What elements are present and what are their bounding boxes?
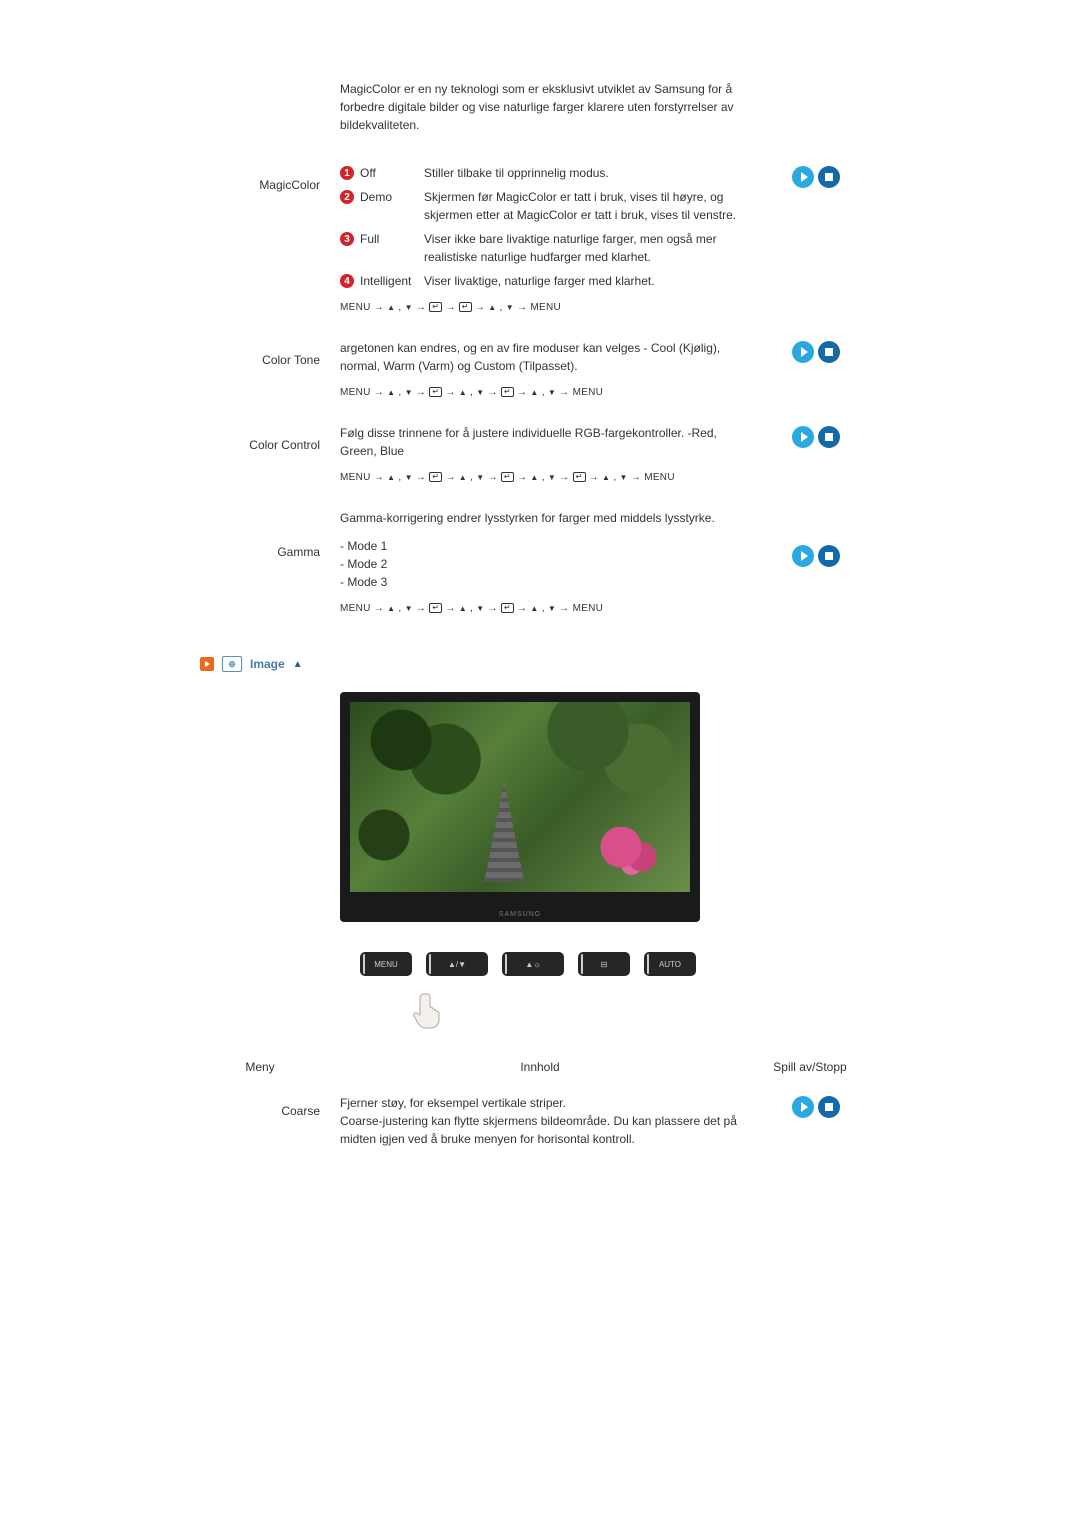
badge-1-icon: 1 [340,166,354,180]
play-button[interactable] [792,166,814,188]
option-name: Intelligent [360,272,424,290]
monitor-frame: SAMSUNG [340,692,700,922]
monitor-screen-image [350,702,690,892]
nav-sequence: MENUMENU [340,470,740,485]
option-desc: Viser ikke bare livaktige naturlige farg… [424,230,740,266]
option-name: Demo [360,188,424,206]
nav-sequence: MENUMENU [340,300,740,315]
play-button[interactable] [792,545,814,567]
badge-4-icon: 4 [340,274,354,288]
stop-button[interactable] [818,1096,840,1118]
badge-3-icon: 3 [340,232,354,246]
section-header-image: ⊕ Image ▲ [200,656,900,672]
label-coarse: Coarse [180,1094,340,1118]
row-colorcontrol: Color Control Følg disse trinnene for å … [180,424,900,485]
play-button[interactable] [792,1096,814,1118]
osd-brightness-button[interactable]: ▲☼ [502,952,564,976]
option-desc: Skjermen før MagicColor er tatt i bruk, … [424,188,740,224]
osd-auto-button[interactable]: AUTO [644,952,696,976]
stop-button[interactable] [818,166,840,188]
colorcontrol-desc: Følg disse trinnene for å justere indivi… [340,424,740,460]
colortone-desc: argetonen kan endres, og en av fire modu… [340,339,740,375]
osd-enter-button[interactable]: ⊟ [578,952,630,976]
gamma-mode3: - Mode 3 [340,573,740,591]
osd-menu-button[interactable]: MENU [360,952,412,976]
play-square-icon [200,657,214,671]
monitor-brand-label: SAMSUNG [340,911,700,918]
column-headers: Meny Innhold Spill av/Stopp [180,1060,900,1074]
stop-button[interactable] [818,426,840,448]
option-desc: Viser livaktige, naturlige farger med kl… [424,272,740,290]
label-colorcontrol: Color Control [180,424,340,452]
option-name: Off [360,164,424,182]
monitor-preview: SAMSUNG MENU ▲/▼ ▲☼ ⊟ AUTO [340,692,740,1030]
header-menu: Meny [180,1060,340,1074]
nav-sequence: MENUMENU [340,601,740,616]
magiccolor-option-full: 3 Full Viser ikke bare livaktige naturli… [340,230,740,266]
badge-2-icon: 2 [340,190,354,204]
osd-button-row: MENU ▲/▼ ▲☼ ⊟ AUTO [360,952,740,976]
header-playstop: Spill av/Stopp [740,1060,880,1074]
magiccolor-option-intelligent: 4 Intelligent Viser livaktige, naturlige… [340,272,740,290]
screen-adjust-icon: ⊕ [222,656,242,672]
magiccolor-option-off: 1 Off Stiller tilbake til opprinnelig mo… [340,164,740,182]
play-button[interactable] [792,426,814,448]
gamma-desc: Gamma-korrigering endrer lysstyrken for … [340,509,740,527]
option-name: Full [360,230,424,248]
row-magiccolor: MagicColor 1 Off Stiller tilbake til opp… [180,164,900,315]
header-content: Innhold [340,1060,740,1074]
gamma-mode1: - Mode 1 [340,537,740,555]
gamma-mode2: - Mode 2 [340,555,740,573]
row-colortone: Color Tone argetonen kan endres, og en a… [180,339,900,400]
option-desc: Stiller tilbake til opprinnelig modus. [424,164,740,182]
up-arrow-icon[interactable]: ▲ [293,659,303,670]
row-gamma: Gamma Gamma-korrigering endrer lysstyrke… [180,509,900,616]
label-colortone: Color Tone [180,339,340,367]
label-magiccolor: MagicColor [180,164,340,192]
row-coarse: Coarse Fjerner støy, for eksempel vertik… [180,1094,900,1148]
coarse-desc: Fjerner støy, for eksempel vertikale str… [340,1094,740,1148]
play-button[interactable] [792,341,814,363]
section-title: Image [250,657,285,671]
nav-sequence: MENUMENU [340,385,740,400]
intro-text: MagicColor er en ny teknologi som er eks… [340,80,740,134]
osd-updown-button[interactable]: ▲/▼ [426,952,488,976]
stop-button[interactable] [818,545,840,567]
magiccolor-option-demo: 2 Demo Skjermen før MagicColor er tatt i… [340,188,740,224]
pointing-hand-icon [410,990,450,1030]
stop-button[interactable] [818,341,840,363]
label-gamma: Gamma [180,509,340,559]
